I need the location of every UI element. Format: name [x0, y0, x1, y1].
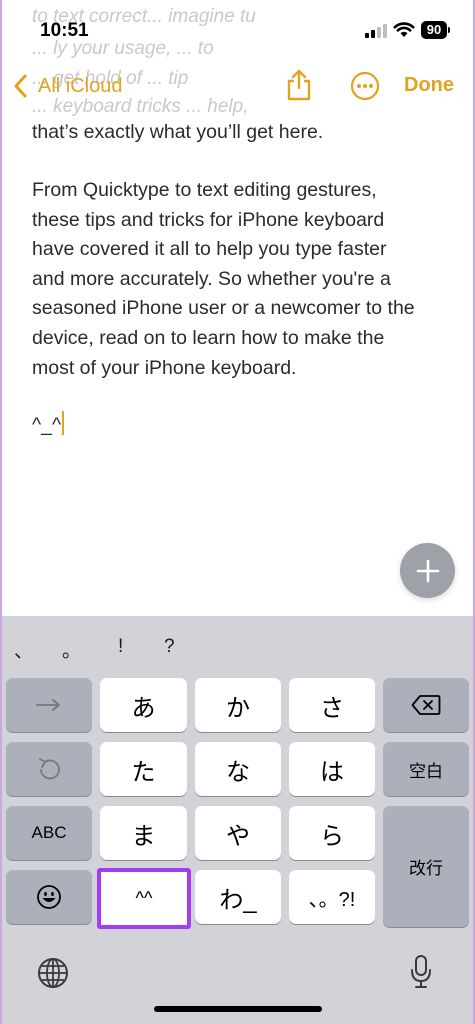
key-sa[interactable]: さ — [289, 678, 375, 732]
paragraph-2-line: device, read on to learn how to make the — [32, 326, 385, 349]
more-options-icon[interactable] — [350, 71, 380, 101]
left-edge-line — [0, 0, 2, 1024]
share-icon[interactable] — [285, 68, 313, 102]
paragraph-2-line: have covered it all to help you type fas… — [32, 238, 387, 261]
key-na[interactable]: な — [195, 742, 281, 796]
back-button[interactable]: All iCloud — [10, 70, 122, 102]
kaomoji-key[interactable]: ^^ — [97, 868, 191, 929]
key-ya[interactable]: や — [195, 806, 281, 860]
paragraph-2-line: seasoned iPhone user or a newcomer to th… — [32, 297, 415, 320]
microphone-icon[interactable] — [409, 954, 433, 990]
backspace-icon — [411, 695, 441, 715]
key-ha[interactable]: は — [289, 742, 375, 796]
status-bar: 10:51 90 — [0, 0, 475, 62]
key-a[interactable]: あ — [100, 678, 187, 732]
key-ka[interactable]: か — [195, 678, 281, 732]
arrow-right-icon — [36, 699, 60, 711]
undo-key[interactable] — [6, 742, 92, 796]
candidate-exclamation[interactable]: ! — [118, 636, 123, 658]
abc-mode-key[interactable]: ABC — [6, 806, 92, 860]
chevron-left-icon — [14, 74, 27, 98]
candidate-question[interactable]: ? — [164, 636, 175, 658]
emoji-key[interactable] — [6, 870, 92, 924]
battery-indicator: 90 — [421, 21, 450, 39]
next-candidate-key[interactable] — [6, 678, 92, 732]
done-button[interactable]: Done — [404, 74, 454, 97]
wifi-icon — [393, 22, 415, 37]
delete-key[interactable] — [383, 678, 469, 732]
back-button-label: All iCloud — [38, 74, 123, 97]
paragraph-2-line: and more accurately. So whether you're a — [32, 267, 391, 290]
add-attachment-button[interactable] — [400, 543, 455, 598]
paragraph-2-line: most of your iPhone keyboard. — [32, 356, 297, 379]
note-body[interactable]: that’s exactly what you’ll get here. — [32, 118, 452, 148]
space-key[interactable]: 空白 — [383, 742, 469, 796]
paragraph-2-line: From Quicktype to text editing gestures, — [32, 179, 377, 201]
emoji-icon — [37, 885, 61, 909]
typed-line[interactable]: ^_^ — [32, 411, 452, 441]
candidate-comma[interactable]: 、 — [14, 636, 33, 663]
candidate-period[interactable]: 。 — [62, 636, 81, 663]
note-paragraph-2[interactable]: From Quicktype to text editing gestures,… — [32, 176, 452, 383]
cellular-signal-icon — [365, 24, 387, 38]
punctuation-key[interactable]: 、。?! — [289, 870, 375, 924]
globe-icon[interactable] — [37, 957, 69, 989]
paragraph-2-line: these tips and tricks for iPhone keyboar… — [32, 208, 385, 231]
typed-emoticon: ^_^ — [32, 414, 62, 436]
key-ra[interactable]: ら — [289, 806, 375, 860]
key-ma[interactable]: ま — [100, 806, 187, 860]
key-wa[interactable]: わ_ — [195, 870, 281, 924]
key-ta[interactable]: た — [100, 742, 187, 796]
notes-screen: to text correct... imagine tu ... ly you… — [0, 0, 475, 1024]
return-key[interactable]: 改行 — [383, 806, 469, 927]
home-indicator[interactable] — [154, 1006, 322, 1012]
paragraph-1-end: that’s exactly what you’ll get here. — [32, 121, 324, 143]
text-cursor — [62, 411, 65, 435]
plus-icon — [416, 559, 439, 582]
status-time: 10:51 — [40, 20, 89, 41]
undo-icon — [39, 758, 60, 780]
